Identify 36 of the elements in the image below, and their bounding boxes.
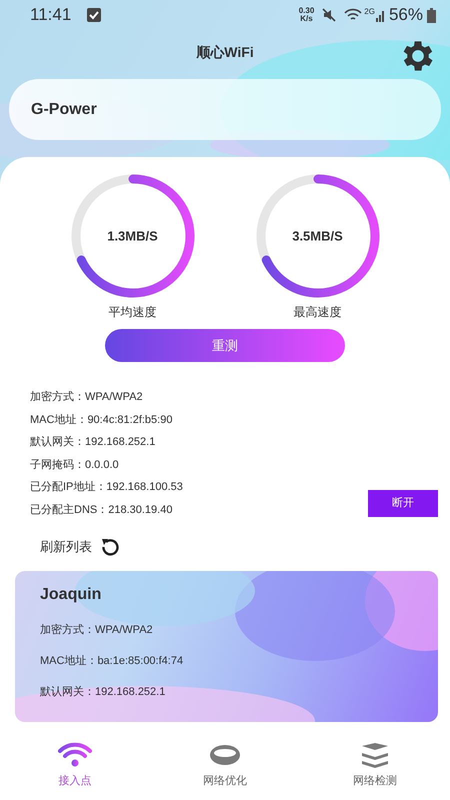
signal-icon	[374, 8, 385, 22]
info-line: MAC地址：ba:1e:85:00:f4:74	[40, 654, 184, 669]
nav-tab[interactable]: 接入点	[20, 730, 130, 800]
clock: 11:41	[30, 4, 72, 26]
speed-unit: K/s	[299, 15, 314, 23]
battery-icon	[427, 8, 436, 22]
speed-label: 平均速度	[108, 304, 156, 321]
current-network-bar[interactable]: G-Power	[9, 79, 441, 140]
info-line: 默认网关：192.168.252.1	[40, 684, 166, 700]
speed-value: 1.3MB/S	[107, 227, 158, 246]
retest-button[interactable]: 重测	[105, 329, 345, 362]
app-title: 顺心WiFi	[196, 42, 254, 62]
info-line: 已分配IP地址：192.168.100.53	[30, 480, 184, 495]
network-type: 2G	[364, 6, 375, 18]
info-line: 默认网关：192.168.252.1	[30, 434, 156, 450]
info-line: 子网掩码：0.0.0.0	[30, 458, 120, 472]
network-name: G-Power	[31, 100, 97, 120]
info-line: 加密方式：WPA/WPA2	[40, 622, 154, 638]
disconnect-button[interactable]: 断开	[368, 490, 438, 517]
speed-value: 3.5MB/S	[292, 227, 343, 246]
info-line: 加密方式：WPA/WPA2	[30, 390, 144, 405]
checkbox-icon	[87, 8, 102, 22]
speed-label: 最高速度	[294, 304, 342, 321]
wifi-icon	[58, 740, 92, 769]
network-name: Joaquin	[40, 585, 102, 605]
nav-tab[interactable]: 网络优化	[170, 730, 280, 800]
battery-level: 56%	[388, 4, 423, 26]
network-card[interactable]: Joaquin 加密方式：WPA/WPA2 MAC地址：ba:1e:85:00:f4:74 默认网关：192.168.252.1	[15, 571, 438, 722]
info-line: MAC地址：90:4c:81:2f:b5:90	[30, 412, 174, 428]
wifi-icon	[344, 8, 364, 22]
speed-value: 0.30	[298, 7, 314, 15]
info-line: 已分配主DNS：218.30.19.40	[30, 502, 174, 518]
refresh-icon[interactable]	[100, 537, 120, 557]
nav-tab[interactable]: 网络检测	[320, 730, 430, 800]
refresh-label[interactable]: 刷新列表	[40, 537, 92, 557]
mute-icon	[322, 8, 336, 22]
